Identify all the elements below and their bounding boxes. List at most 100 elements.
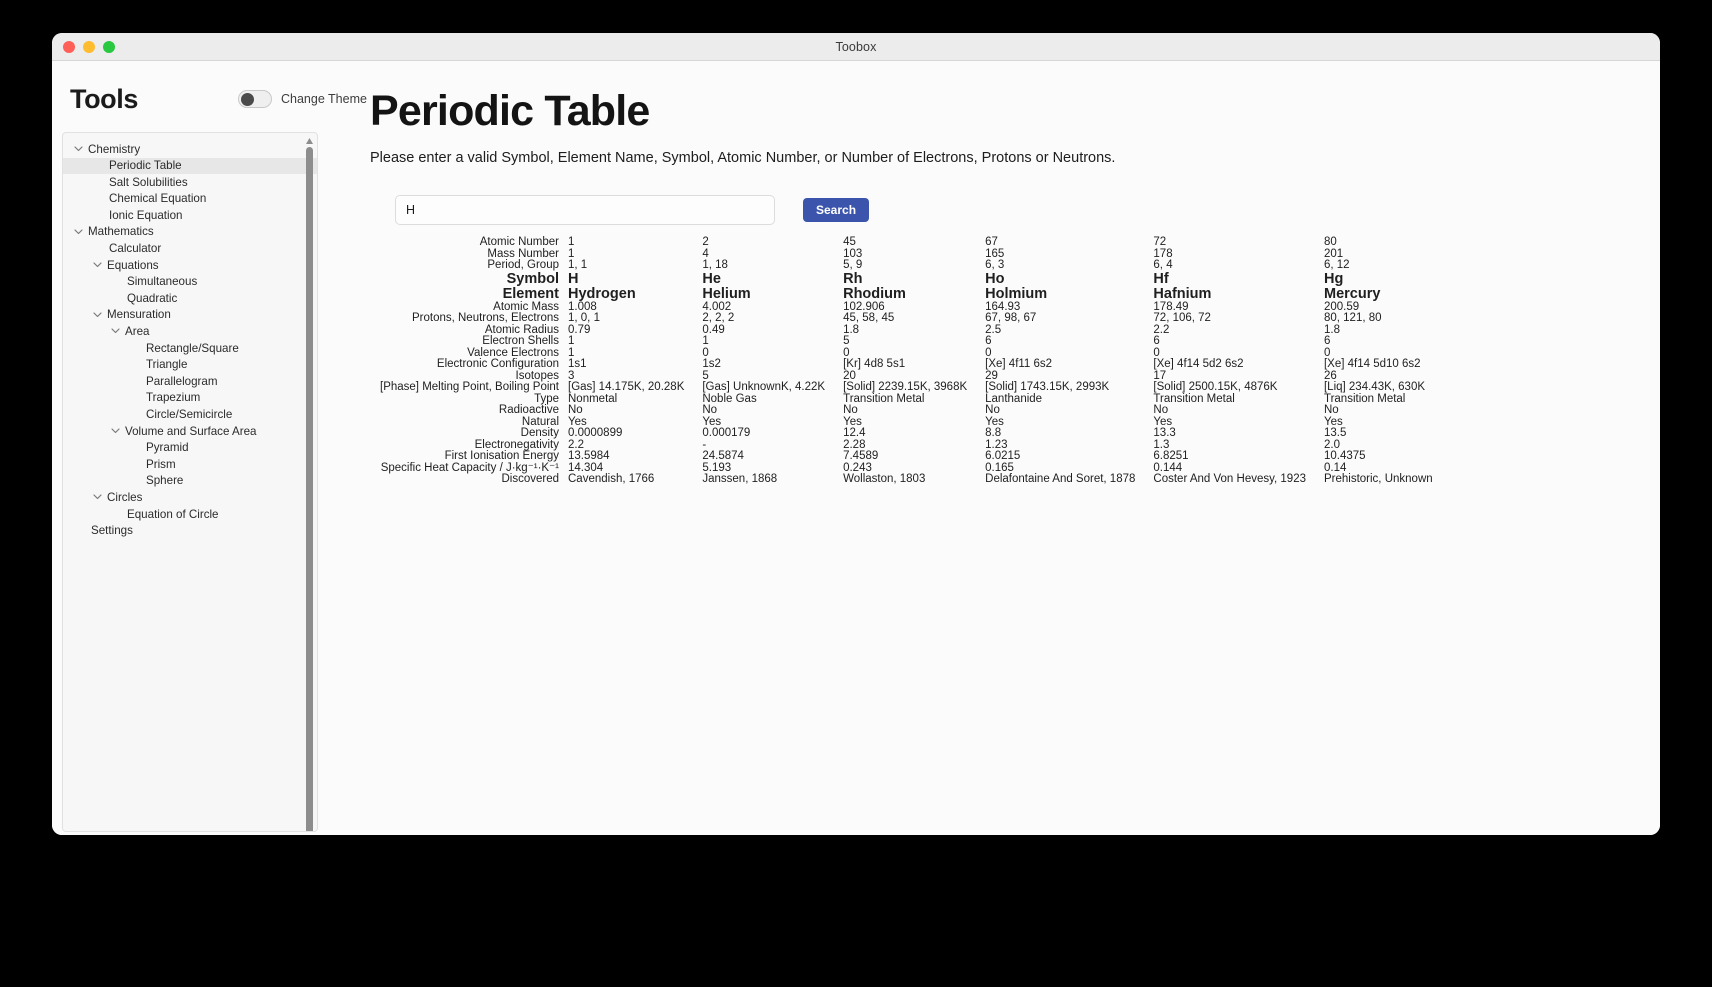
cell-ho-pne: 67, 98, 67 bbox=[985, 312, 1037, 325]
scrollbar-thumb[interactable] bbox=[306, 147, 313, 831]
close-window-icon[interactable] bbox=[63, 41, 75, 53]
cell-he-atomic-radius: 0.49 bbox=[702, 323, 725, 336]
sidebar-item-mathematics[interactable]: Mathematics bbox=[63, 224, 317, 241]
sidebar-item-simultaneous[interactable]: Simultaneous bbox=[63, 274, 317, 291]
cell-rh-atomic-number: 45 bbox=[843, 236, 856, 249]
chevron-down-icon[interactable] bbox=[92, 491, 105, 504]
cell-hg-density: 13.5 bbox=[1323, 427, 1347, 440]
cell-ho-element: Holmium bbox=[985, 285, 1048, 302]
cell-ho-configuration: [Xe] 4f11 6s2 bbox=[985, 358, 1053, 371]
sidebar-item-prism[interactable]: Prism bbox=[63, 456, 317, 473]
cell-h-pne: 1, 0, 1 bbox=[568, 312, 600, 325]
chevron-down-icon[interactable] bbox=[110, 425, 123, 438]
cell-hf-mass-number: 178 bbox=[1153, 247, 1173, 260]
cell-rh-density: 12.4 bbox=[843, 427, 866, 440]
sidebar-item-chemistry[interactable]: Chemistry bbox=[63, 141, 317, 158]
sidebar-item-label: Quadratic bbox=[127, 291, 178, 305]
sidebar-heading: Tools bbox=[70, 83, 138, 114]
sidebar-item-parallelogram[interactable]: Parallelogram bbox=[63, 373, 317, 390]
sidebar-item-calculator[interactable]: Calculator bbox=[63, 241, 317, 258]
cell-ho-atomic-number: 67 bbox=[985, 236, 998, 249]
cell-h-period-group: 1, 1 bbox=[568, 259, 588, 272]
cell-ho-symbol: Ho bbox=[985, 270, 1005, 287]
cell-rh-phase-points: [Solid] 2239.15K, 3968K bbox=[843, 381, 968, 394]
sidebar-item-settings[interactable]: Settings bbox=[63, 523, 317, 540]
table-row: Discovered Cavendish, 1766 Janssen, 1868 Wo… bbox=[370, 474, 1451, 486]
sidebar-item-circles[interactable]: Circles bbox=[63, 489, 317, 506]
cell-h-first-ionisation: 13.5984 bbox=[568, 450, 610, 463]
chevron-down-icon[interactable] bbox=[73, 226, 86, 239]
cell-he-radioactive: No bbox=[702, 404, 718, 417]
table-row: Protons, Neutrons, Electrons 1, 0, 1 2, 2,… bbox=[370, 313, 1451, 325]
cell-hg-configuration: [Xe] 4f14 5d10 6s2 bbox=[1323, 358, 1421, 371]
sidebar-item-triangle[interactable]: Triangle bbox=[63, 357, 317, 374]
row-label: Element bbox=[502, 285, 559, 302]
chevron-down-icon[interactable] bbox=[92, 259, 105, 272]
tree-scrollbar[interactable] bbox=[304, 135, 315, 831]
tools-tree[interactable]: Chemistry Periodic Table Salt Solubilities… bbox=[63, 133, 317, 539]
cell-h-configuration: 1s1 bbox=[568, 358, 587, 371]
chevron-down-icon[interactable] bbox=[92, 309, 105, 322]
sidebar: Tools Change Theme Chemistry Periodic Tab… bbox=[52, 61, 367, 835]
sidebar-item-label: Volume and Surface Area bbox=[125, 424, 257, 438]
window-title: Toobox bbox=[835, 39, 877, 54]
cell-hg-element: Mercury bbox=[1323, 285, 1381, 302]
sidebar-item-label: Equation of Circle bbox=[127, 507, 219, 521]
sidebar-item-label: Sphere bbox=[146, 474, 184, 488]
minimize-window-icon[interactable] bbox=[83, 41, 95, 53]
row-label: Density bbox=[520, 427, 559, 440]
sidebar-item-volume-and-surface-area[interactable]: Volume and Surface Area bbox=[63, 423, 317, 440]
table-row: Electron Shells 1 1 5 6 6 6 bbox=[370, 336, 1451, 348]
sidebar-item-quadratic[interactable]: Quadratic bbox=[63, 290, 317, 307]
cell-hg-discovered: Prehistoric, Unknown bbox=[1323, 473, 1433, 486]
cell-hg-atomic-number: 80 bbox=[1323, 236, 1337, 249]
sidebar-item-label: Calculator bbox=[109, 242, 162, 256]
sidebar-item-label: Periodic Table bbox=[109, 159, 182, 173]
search-button[interactable]: Search bbox=[803, 198, 870, 223]
cell-hf-type: Transition Metal bbox=[1153, 392, 1235, 405]
sidebar-item-salt-solubilities[interactable]: Salt Solubilities bbox=[63, 174, 317, 191]
search-row: Search bbox=[395, 195, 1660, 226]
chevron-down-icon[interactable] bbox=[73, 143, 86, 156]
scroll-up-arrow-icon[interactable] bbox=[304, 135, 315, 147]
cell-he-phase-points: [Gas] UnknownK, 4.22K bbox=[702, 381, 826, 394]
sidebar-item-equation-of-circle[interactable]: Equation of Circle bbox=[63, 506, 317, 523]
cell-h-density: 0.0000899 bbox=[568, 427, 623, 440]
cell-rh-mass-number: 103 bbox=[843, 247, 863, 260]
window-controls[interactable] bbox=[63, 33, 115, 61]
sidebar-item-area[interactable]: Area bbox=[63, 324, 317, 341]
cell-ho-discovered: Delafontaine And Soret, 1878 bbox=[985, 473, 1136, 486]
sidebar-item-label: Trapezium bbox=[146, 391, 201, 405]
sidebar-item-label: Rectangle/Square bbox=[146, 341, 239, 355]
cell-he-discovered: Janssen, 1868 bbox=[702, 473, 778, 486]
maximize-window-icon[interactable] bbox=[103, 41, 115, 53]
screen: Toobox Tools Change Theme Chemistry Perio… bbox=[0, 0, 1712, 987]
sidebar-item-label: Simultaneous bbox=[127, 275, 198, 289]
cell-hf-period-group: 6, 4 bbox=[1153, 259, 1173, 272]
cell-hf-pne: 72, 106, 72 bbox=[1153, 312, 1211, 325]
cell-rh-electron-shells: 5 bbox=[843, 335, 850, 348]
search-input[interactable] bbox=[395, 195, 775, 226]
cell-hg-pne: 80, 121, 80 bbox=[1323, 312, 1382, 325]
row-label: Discovered bbox=[501, 473, 559, 486]
sidebar-item-ionic-equation[interactable]: Ionic Equation bbox=[63, 207, 317, 224]
sidebar-item-pyramid[interactable]: Pyramid bbox=[63, 440, 317, 457]
cell-rh-pne: 45, 58, 45 bbox=[843, 312, 895, 325]
sidebar-item-circle-semicircle[interactable]: Circle/Semicircle bbox=[63, 407, 317, 424]
cell-he-period-group: 1, 18 bbox=[702, 259, 728, 272]
table-row: Element Hydrogen Helium Rhodium Holmium Hafni… bbox=[370, 285, 1451, 302]
cell-h-electron-shells: 1 bbox=[568, 335, 575, 348]
element-properties-table: Atomic Number 1 2 45 67 72 80 Mass Number 1 4 103 1… bbox=[370, 237, 1451, 486]
page-title: Periodic Table bbox=[370, 87, 650, 135]
theme-toggle-switch[interactable] bbox=[238, 90, 272, 108]
sidebar-item-equations[interactable]: Equations bbox=[63, 257, 317, 274]
sidebar-item-chemical-equation[interactable]: Chemical Equation bbox=[63, 191, 317, 208]
sidebar-item-rectangle-square[interactable]: Rectangle/Square bbox=[63, 340, 317, 357]
sidebar-item-trapezium[interactable]: Trapezium bbox=[63, 390, 317, 407]
sidebar-item-sphere[interactable]: Sphere bbox=[63, 473, 317, 490]
cell-hg-electron-shells: 6 bbox=[1323, 335, 1331, 348]
sidebar-item-periodic-table[interactable]: Periodic Table bbox=[63, 157, 317, 175]
sidebar-item-mensuration[interactable]: Mensuration bbox=[63, 307, 317, 324]
cell-rh-radioactive: No bbox=[843, 404, 858, 417]
chevron-down-icon[interactable] bbox=[110, 325, 123, 338]
